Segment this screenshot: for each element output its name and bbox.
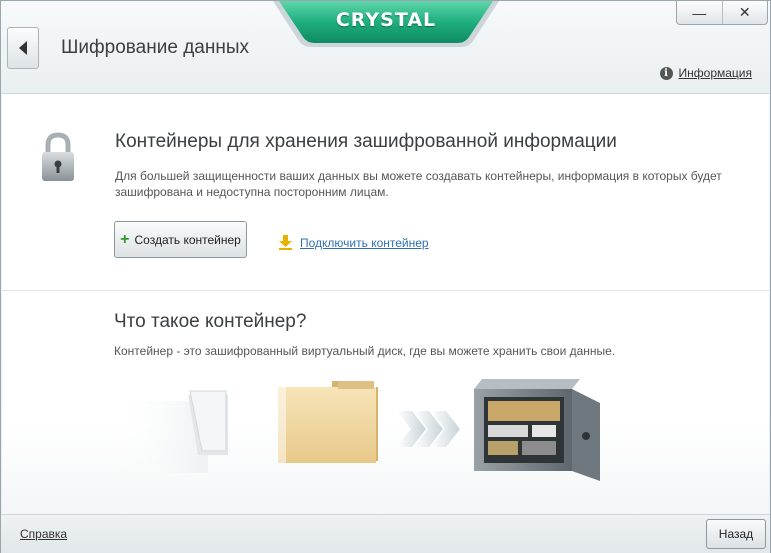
- connect-container-label: Подключить контейнер: [300, 235, 429, 250]
- containers-heading: Контейнеры для хранения зашифрованной ин…: [115, 131, 617, 152]
- what-is-container-section: Что такое контейнер? Контейнер - это заш…: [2, 291, 769, 514]
- minimize-button[interactable]: —: [677, 1, 723, 24]
- info-link[interactable]: i Информация: [659, 66, 752, 80]
- containers-description: Для большей защищенности ваших данных вы…: [115, 169, 722, 199]
- back-button[interactable]: Назад: [706, 519, 766, 549]
- containers-section: Контейнеры для хранения зашифрованной ин…: [2, 94, 769, 291]
- back-arrow-button[interactable]: [7, 27, 39, 69]
- info-label: Информация: [678, 66, 752, 80]
- window-controls: — ✕: [676, 1, 768, 25]
- arrow-chevrons-icon: [397, 411, 460, 447]
- page-title: Шифрование данных: [61, 37, 249, 58]
- help-link[interactable]: Справка: [20, 527, 67, 541]
- app-window: Шифрование данных i Информация CRYSTAL —…: [0, 0, 771, 553]
- safe-icon: [474, 379, 600, 481]
- create-container-label: Создать контейнер: [134, 232, 241, 247]
- footer: Справка Назад: [1, 514, 770, 553]
- arrow-left-icon: [19, 41, 27, 55]
- folder-icon: [278, 381, 378, 463]
- brand-tab: CRYSTAL: [273, 1, 499, 47]
- info-icon: i: [659, 66, 673, 80]
- documents-icon: [112, 390, 228, 473]
- close-button[interactable]: ✕: [723, 1, 768, 24]
- content-area: Контейнеры для хранения зашифрованной ин…: [2, 94, 769, 514]
- plus-icon: +: [120, 230, 130, 248]
- brand-logo-text: CRYSTAL: [335, 9, 437, 31]
- download-icon: [279, 235, 292, 250]
- connect-container-link[interactable]: Подключить контейнер: [279, 235, 429, 250]
- container-illustration: [112, 379, 600, 481]
- create-container-button[interactable]: + Создать контейнер: [114, 221, 247, 258]
- lock-icon: [42, 132, 74, 181]
